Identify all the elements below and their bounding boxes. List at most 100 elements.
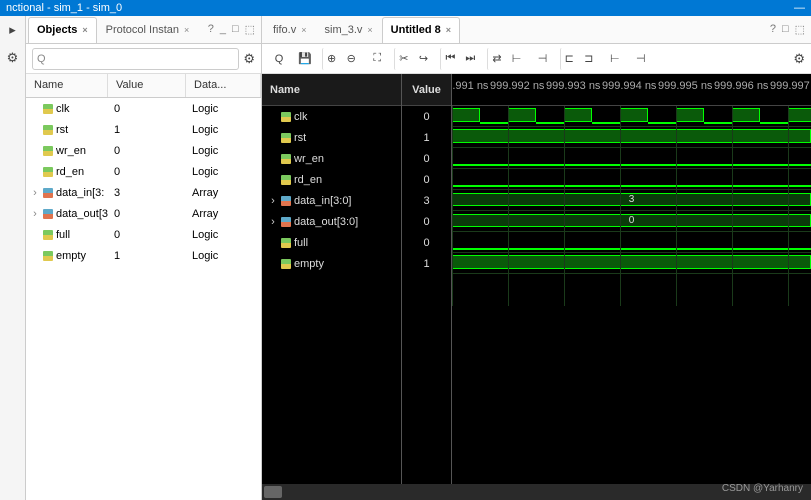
search-icon[interactable]: Q <box>268 48 290 70</box>
wave-signal-value: 0 <box>402 169 451 190</box>
objects-rows: clk0Logicrst1Logicwr_en0Logicrd_en0Logic… <box>26 98 261 500</box>
settings-icon[interactable]: ⚙ <box>243 51 255 67</box>
wave-signal-value: 3 <box>402 190 451 211</box>
signal-value: 1 <box>108 250 186 262</box>
close-icon[interactable]: × <box>301 25 306 35</box>
cut-icon[interactable]: ✂ <box>394 48 408 70</box>
zoom-fit-icon[interactable]: ⛶ <box>366 48 388 70</box>
prev-edge-icon[interactable]: ⏮ <box>440 48 455 70</box>
signal-value: 3 <box>108 187 186 199</box>
goto-icon[interactable]: ↪ <box>412 48 434 70</box>
col-name[interactable]: Name <box>26 74 108 97</box>
swap-icon[interactable]: ⇄ <box>487 48 501 70</box>
wave-trace: 3 <box>452 190 811 211</box>
objects-panel: Objects×Protocol Instan× ? _ □ ⬚ Q ⚙ Nam… <box>26 16 262 500</box>
close-icon[interactable]: × <box>367 25 372 35</box>
wave-plot[interactable]: 999.991 ns999.992 ns999.993 ns999.994 ns… <box>452 74 811 484</box>
add-marker-icon[interactable]: ⊢ <box>506 48 528 70</box>
signal-value: 0 <box>108 229 186 241</box>
signal-type: Logic <box>186 229 261 241</box>
signal-row[interactable]: clk0Logic <box>26 98 261 119</box>
col-value[interactable]: Value <box>108 74 186 97</box>
zoom-out-icon[interactable]: ⊖ <box>340 48 362 70</box>
signal-name: data_in[3: <box>56 187 104 199</box>
signal-icon <box>281 196 291 206</box>
ruler-tick: 999.992 ns <box>490 80 544 92</box>
wave-trace <box>452 232 811 253</box>
scrollbar-thumb[interactable] <box>264 486 282 498</box>
signal-icon <box>281 112 291 122</box>
expand-icon[interactable]: › <box>268 195 278 207</box>
wave-signal-name[interactable]: full <box>262 232 401 253</box>
minimize-icon[interactable]: — <box>794 2 805 14</box>
wave-value-column: Value 01003001 <box>402 74 452 484</box>
wave-name-header[interactable]: Name <box>262 74 401 106</box>
col-data[interactable]: Data... <box>186 74 261 97</box>
wave-trace <box>452 127 811 148</box>
left-gutter: ▸ ⚙ <box>0 16 26 500</box>
search-input[interactable] <box>49 53 235 65</box>
signal-icon <box>43 230 53 240</box>
tab-untitled-8[interactable]: Untitled 8× <box>382 17 460 43</box>
wave-signal-name[interactable]: rst <box>262 127 401 148</box>
maximize-icon[interactable]: □ <box>782 23 789 36</box>
wave-signal-name[interactable]: rd_en <box>262 169 401 190</box>
tab-fifo-v[interactable]: fifo.v× <box>264 17 316 43</box>
signal-row[interactable]: ›data_in[3:3Array <box>26 182 261 203</box>
save-icon[interactable]: 💾 <box>294 48 316 70</box>
wave-signal-name[interactable]: ›data_in[3:0] <box>262 190 401 211</box>
signal-name: empty <box>56 250 86 262</box>
float-icon[interactable]: ⬚ <box>245 23 255 36</box>
help-icon[interactable]: ? <box>770 23 776 36</box>
search-input-wrap[interactable]: Q <box>32 48 239 70</box>
signal-type: Logic <box>186 250 261 262</box>
tab-protocol-instan[interactable]: Protocol Instan× <box>97 17 199 43</box>
wave-signal-name[interactable]: wr_en <box>262 148 401 169</box>
signal-row[interactable]: full 0Logic <box>26 224 261 245</box>
watermark: CSDN @Yarhanry <box>722 483 803 494</box>
marker3-icon[interactable]: ⊢ <box>604 48 626 70</box>
next-edge-icon[interactable]: ⏭ <box>459 48 481 70</box>
tab-sim_3-v[interactable]: sim_3.v× <box>316 17 382 43</box>
signal-value: 0 <box>108 166 186 178</box>
float-icon[interactable]: ⬚ <box>795 23 805 36</box>
wave-value-header[interactable]: Value <box>402 74 451 106</box>
signal-name: full <box>56 229 70 241</box>
signal-row[interactable]: rst1Logic <box>26 119 261 140</box>
signal-row[interactable]: empty 1Logic <box>26 245 261 266</box>
signal-name: data_out[3 <box>56 208 108 220</box>
signal-row[interactable]: rd_en0Logic <box>26 161 261 182</box>
marker1-icon[interactable]: ⊏ <box>560 48 574 70</box>
expand-icon[interactable]: › <box>30 187 40 199</box>
wave-settings-icon[interactable]: ⚙ <box>793 51 805 67</box>
wave-signal-name[interactable]: clk <box>262 106 401 127</box>
zoom-in-icon[interactable]: ⊕ <box>322 48 336 70</box>
objects-table-header: Name Value Data... <box>26 74 261 98</box>
panel-toggle-icon[interactable]: ▸ <box>9 22 16 38</box>
signal-value: 0 <box>108 208 186 220</box>
expand-icon[interactable]: › <box>30 208 40 220</box>
ruler-tick: 999.996 ns <box>714 80 768 92</box>
gear-icon[interactable]: ⚙ <box>7 50 19 66</box>
wave-signal-name[interactable]: empty <box>262 253 401 274</box>
wave-signal-name[interactable]: ›data_out[3:0] <box>262 211 401 232</box>
close-icon[interactable]: × <box>446 25 451 35</box>
signal-icon <box>43 251 53 261</box>
close-icon[interactable]: × <box>82 25 87 35</box>
marker4-icon[interactable]: ⊣ <box>630 48 652 70</box>
waveform-area: Name clkrstwr_enrd_en›data_in[3:0]›data_… <box>262 74 811 484</box>
marker2-icon[interactable]: ⊐ <box>578 48 600 70</box>
signal-row[interactable]: wr_en0Logic <box>26 140 261 161</box>
help-icon[interactable]: ? <box>208 23 214 36</box>
tab-objects[interactable]: Objects× <box>28 17 97 43</box>
signal-icon <box>281 238 291 248</box>
restore-icon[interactable]: _ <box>220 23 226 36</box>
signal-row[interactable]: ›data_out[30Array <box>26 203 261 224</box>
maximize-icon[interactable]: □ <box>232 23 239 36</box>
signal-value: 0 <box>108 145 186 157</box>
time-ruler: 999.991 ns999.992 ns999.993 ns999.994 ns… <box>452 74 811 106</box>
signal-icon <box>281 133 291 143</box>
prev-marker-icon[interactable]: ⊣ <box>532 48 554 70</box>
close-icon[interactable]: × <box>184 25 189 35</box>
expand-icon[interactable]: › <box>268 216 278 228</box>
